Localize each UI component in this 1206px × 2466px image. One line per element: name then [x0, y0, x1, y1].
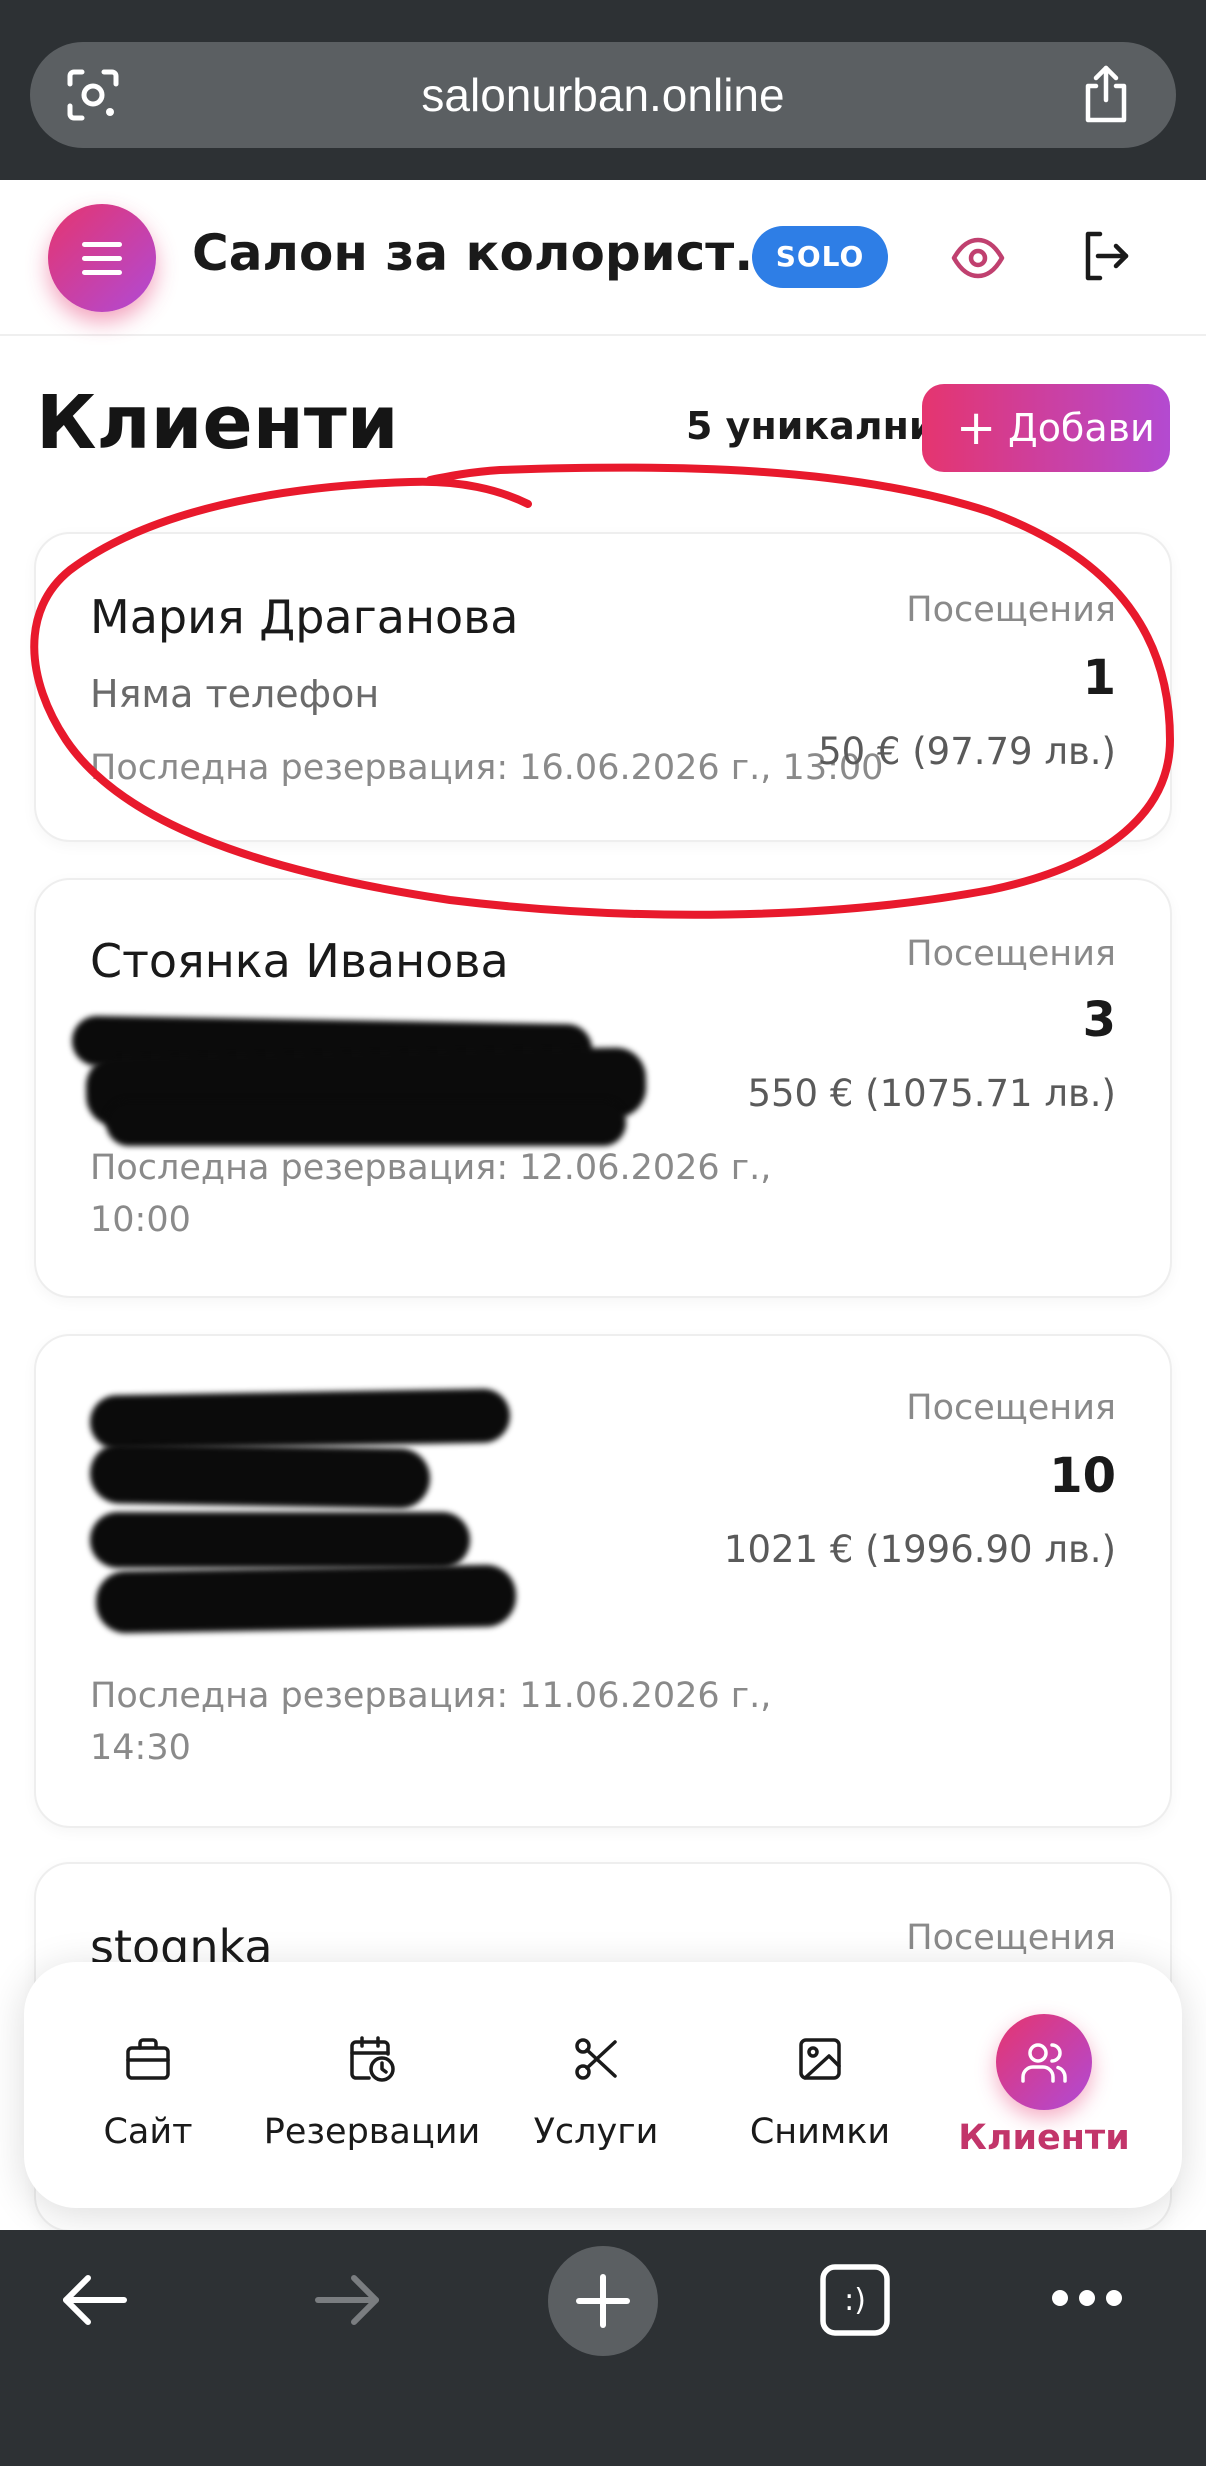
nav-item-photos[interactable]: Снимки — [710, 1962, 930, 2208]
nav-label: Снимки — [749, 2112, 891, 2152]
client-card[interactable]: Последна резервация: 11.06.2026 г., 14:3… — [34, 1334, 1172, 1828]
redaction-scribble — [89, 1443, 431, 1509]
client-amount: 550 € (1075.71 лв.) — [747, 1072, 1116, 1115]
redaction-scribble — [89, 1388, 511, 1450]
back-arrow-icon[interactable] — [58, 2270, 130, 2330]
visits-label: Посещения — [906, 1918, 1116, 1958]
active-nav-indicator — [996, 2014, 1092, 2110]
users-icon — [1021, 2043, 1067, 2083]
annotation-circle — [30, 463, 1174, 919]
redaction-scribble — [106, 1100, 626, 1146]
visits-label: Посещения — [906, 1388, 1116, 1428]
share-icon[interactable] — [1078, 64, 1134, 124]
nav-item-reservations[interactable]: Резервации — [262, 1962, 482, 2208]
redaction-scribble — [90, 1512, 470, 1568]
nav-item-services[interactable]: Услуги — [486, 1962, 706, 2208]
visits-count: 10 — [1049, 1448, 1116, 1504]
logout-icon[interactable] — [1080, 228, 1130, 284]
image-icon — [799, 2038, 841, 2080]
lens-icon[interactable] — [64, 66, 122, 124]
plan-badge: SOLO — [752, 226, 888, 288]
nav-label: Клиенти — [958, 2118, 1130, 2158]
svg-text::): :) — [844, 2283, 866, 2318]
scissors-icon — [575, 2038, 617, 2080]
calendar-clock-icon — [350, 2036, 395, 2082]
browser-top-bar: salonurban.online — [0, 0, 1206, 180]
redaction-scribble — [95, 1564, 517, 1634]
address-bar[interactable]: salonurban.online — [30, 42, 1176, 148]
visits-count: 3 — [1082, 992, 1116, 1048]
eye-icon[interactable] — [950, 230, 1006, 286]
nav-label: Резервации — [263, 2112, 481, 2152]
tabs-icon[interactable]: :) — [818, 2262, 892, 2338]
plus-icon — [576, 2274, 630, 2328]
nav-label: Услуги — [533, 2112, 659, 2152]
nav-label: Сайт — [103, 2112, 193, 2152]
url-text[interactable]: salonurban.online — [30, 42, 1176, 148]
forward-arrow-icon[interactable] — [312, 2270, 384, 2330]
client-last-booking: Последна резервация: 12.06.2026 г., 10:0… — [90, 1148, 772, 1240]
app-header: Салон за колорист... SOLO — [0, 180, 1206, 336]
nav-item-site[interactable]: Сайт — [38, 1962, 258, 2208]
menu-button[interactable] — [48, 204, 156, 312]
browser-bottom-toolbar: :) — [0, 2230, 1206, 2466]
nav-item-clients[interactable]: Клиенти — [934, 1962, 1154, 2208]
bottom-navigation: Сайт Резервации Услуги Снимки Клиенти — [24, 1962, 1182, 2208]
salon-title: Салон за колорист... — [192, 224, 792, 282]
client-last-booking: Последна резервация: 11.06.2026 г., 14:3… — [90, 1676, 772, 1768]
new-tab-button[interactable] — [548, 2246, 658, 2356]
briefcase-icon — [126, 2038, 170, 2080]
more-options-icon[interactable] — [1050, 2286, 1124, 2310]
menu-icon — [82, 242, 122, 247]
client-amount: 1021 € (1996.90 лв.) — [723, 1528, 1116, 1571]
